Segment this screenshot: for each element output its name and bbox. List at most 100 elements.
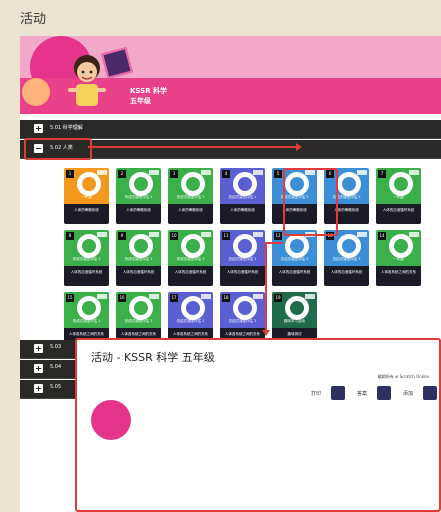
activity-card[interactable]: 10 形成式课堂评估 3 人体的血液循环系统 bbox=[168, 230, 213, 286]
card-tag bbox=[253, 170, 263, 175]
activity-card[interactable]: 1 一年级 人体的骨骼系统 bbox=[64, 168, 109, 224]
card-caption: 人体的血液循环系统 bbox=[226, 270, 259, 274]
add-icon[interactable] bbox=[423, 386, 437, 400]
card-title: 一年级 bbox=[393, 195, 404, 199]
card-footer bbox=[116, 266, 161, 286]
card-number: 18 bbox=[222, 294, 230, 302]
card-tag bbox=[97, 294, 107, 299]
card-tag bbox=[357, 170, 367, 175]
card-title: 总结式课堂评估 2 bbox=[280, 257, 309, 261]
expand-icon[interactable] bbox=[34, 344, 43, 353]
card-caption: 人体的血液循环系统 bbox=[278, 270, 311, 274]
card-number: 7 bbox=[378, 170, 386, 178]
activities-page: 活动 KSSR 科学 五年级 5.01 科学理解 5.02 人类 1 一年级 人… bbox=[0, 0, 441, 512]
document-icon bbox=[337, 172, 361, 196]
activity-card[interactable]: 14 一年级人体各系统之间的关系 bbox=[376, 230, 421, 286]
document-icon bbox=[77, 172, 101, 196]
activity-card[interactable]: 7 一年级 人体的血液循环系统 bbox=[376, 168, 421, 224]
annotation-connector-vertical bbox=[265, 242, 267, 330]
inset-banner-circle bbox=[91, 400, 131, 440]
annotation-connector bbox=[88, 146, 298, 148]
card-icon-inner bbox=[238, 239, 252, 253]
card-number: 3 bbox=[170, 170, 178, 178]
card-footer bbox=[64, 266, 109, 286]
card-number: 11 bbox=[222, 232, 230, 240]
expand-icon[interactable] bbox=[34, 364, 43, 373]
card-caption: 人体的血液循环系统 bbox=[122, 270, 155, 274]
card-title: 形成式课堂评估 3 bbox=[176, 257, 205, 261]
activity-card[interactable]: 3 形成式课堂评估 1 人体的骨骼系统 bbox=[168, 168, 213, 224]
card-icon-inner bbox=[238, 177, 252, 191]
blocked-icon bbox=[129, 296, 153, 320]
card-title: 形成式课堂评估 1 bbox=[176, 195, 205, 199]
card-icon-inner bbox=[82, 239, 96, 253]
card-caption: 趣味测试 bbox=[287, 332, 302, 336]
expand-icon[interactable] bbox=[34, 124, 43, 133]
add-button-label[interactable]: 添加 bbox=[403, 388, 413, 400]
card-title: 总结式课堂评估 1 bbox=[228, 195, 257, 199]
card-title: 一年级 bbox=[81, 195, 92, 199]
card-number: 10 bbox=[170, 232, 178, 240]
answer-icon[interactable] bbox=[377, 386, 391, 400]
card-caption: 人体各系统之间的关系 bbox=[69, 332, 104, 336]
section-5-01[interactable]: 5.01 科学理解 bbox=[20, 120, 441, 139]
card-caption: 人体的骨骼系统 bbox=[178, 208, 203, 212]
card-footer bbox=[220, 266, 265, 286]
card-title: 形成式课堂评估 2 bbox=[124, 257, 153, 261]
expand-icon[interactable] bbox=[34, 384, 43, 393]
card-caption: 人体的骨骼系统 bbox=[74, 208, 99, 212]
blocked-icon bbox=[129, 234, 153, 258]
activity-card[interactable]: 4 总结式课堂评估 1 人体的骨骼系统 bbox=[220, 168, 265, 224]
card-caption: 人体各系统之间的关系 bbox=[121, 332, 156, 336]
card-icon-inner bbox=[342, 177, 356, 191]
card-title: 趣味学习活动 bbox=[284, 319, 305, 323]
section-label: 5.03 bbox=[50, 344, 62, 350]
activity-card[interactable]: 2 形成式课堂评估 1 人体的骨骼系统 bbox=[116, 168, 161, 224]
document-icon bbox=[233, 172, 257, 196]
card-number: 4 bbox=[222, 170, 230, 178]
activity-card[interactable]: 12 总结式课堂评估 2 人体的血液循环系统 bbox=[272, 230, 317, 286]
card-footer bbox=[324, 266, 369, 286]
card-number: 9 bbox=[118, 232, 126, 240]
activity-card[interactable]: 11 总结式课堂评估 1 人体的血液循环系统 bbox=[220, 230, 265, 286]
banner-title: KSSR 科学 五年级 bbox=[130, 86, 167, 106]
card-tag bbox=[201, 232, 211, 237]
document-icon bbox=[389, 172, 413, 196]
card-footer bbox=[116, 204, 161, 224]
blocked-icon bbox=[77, 296, 101, 320]
card-footer bbox=[220, 204, 265, 224]
card-footer bbox=[272, 266, 317, 286]
badge-card-icon bbox=[101, 47, 133, 79]
card-caption: 人体的血液循环系统 bbox=[70, 270, 103, 274]
course-banner: KSSR 科学 五年级 bbox=[20, 36, 441, 114]
card-title: 形成式课堂评估 1 bbox=[72, 319, 101, 323]
card-caption: 人体各系统之间的关系 bbox=[381, 270, 416, 274]
section-label: 5.05 bbox=[50, 384, 62, 390]
card-number: 14 bbox=[378, 232, 386, 240]
answer-button-label[interactable]: 答案 bbox=[357, 388, 367, 400]
card-highlight bbox=[283, 168, 338, 236]
card-number: 19 bbox=[274, 294, 282, 302]
activity-card[interactable]: 9 形成式课堂评估 2 人体的血液循环系统 bbox=[116, 230, 161, 286]
card-tag bbox=[201, 170, 211, 175]
card-icon-inner bbox=[394, 239, 408, 253]
card-icon-inner bbox=[186, 177, 200, 191]
card-tag bbox=[149, 170, 159, 175]
card-title: 总结式课堂评估 1 bbox=[228, 257, 257, 261]
blocked-icon bbox=[129, 172, 153, 196]
banner-decoration-circle-small bbox=[22, 78, 50, 106]
print-icon[interactable] bbox=[331, 386, 345, 400]
card-tag bbox=[97, 170, 107, 175]
card-footer bbox=[64, 204, 109, 224]
card-icon-inner bbox=[82, 177, 96, 191]
blocked-icon bbox=[77, 234, 101, 258]
annotation-arrow-down bbox=[262, 330, 270, 336]
print-button-label[interactable]: 打印 bbox=[311, 388, 321, 400]
card-title: 一年级 bbox=[393, 257, 404, 261]
activity-card[interactable]: 13 总结式课堂评估 3 人体的血液循环系统 bbox=[324, 230, 369, 286]
card-number: 16 bbox=[118, 294, 126, 302]
activity-card[interactable]: 8 形成式课堂评估 1 人体的血液循环系统 bbox=[64, 230, 109, 286]
card-tag bbox=[357, 232, 367, 237]
section-label: 5.01 科学理解 bbox=[50, 125, 83, 131]
card-caption: 人体的血液循环系统 bbox=[174, 270, 207, 274]
